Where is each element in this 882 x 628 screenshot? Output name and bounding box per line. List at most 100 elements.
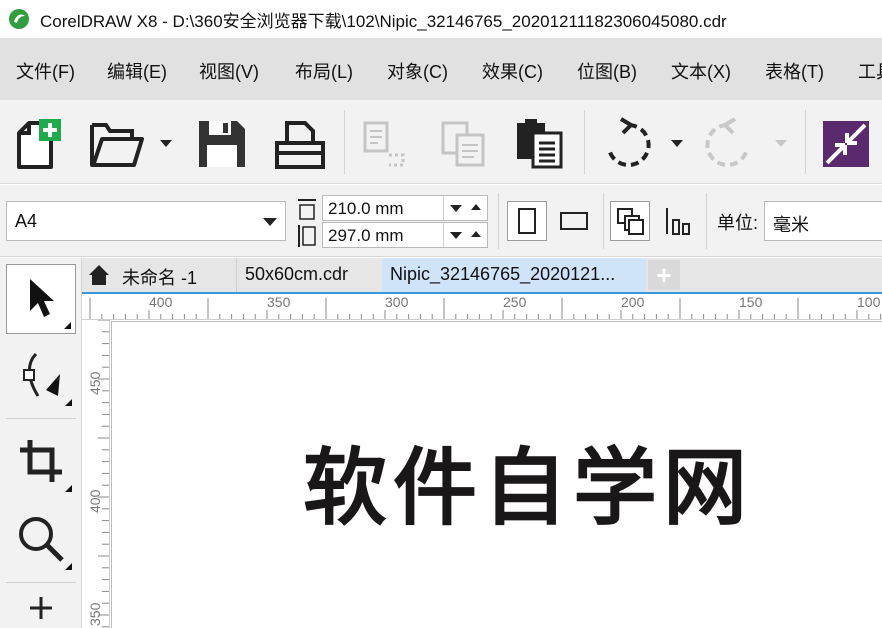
ruler-label: 450: [87, 371, 103, 395]
artwork-text[interactable]: 软件自学网: [303, 421, 753, 542]
corel-connect-icon: [823, 121, 869, 167]
redo-button[interactable]: [702, 114, 758, 174]
horizontal-ruler[interactable]: 400 350 300 250 200 150 100: [82, 292, 882, 320]
zoom-tool-icon: [19, 517, 64, 562]
toolbar-separator: [584, 110, 585, 174]
menu-object[interactable]: 对象(C): [387, 58, 448, 84]
shape-tool[interactable]: [6, 340, 76, 410]
print-icon: [275, 121, 325, 169]
pick-tool[interactable]: [6, 264, 76, 334]
menu-bitmap[interactable]: 位图(B): [577, 58, 637, 84]
open-button[interactable]: [88, 114, 144, 174]
ruler-label: 100: [857, 294, 881, 310]
page-size-select[interactable]: A4: [6, 201, 286, 241]
flyout-corner-icon: [65, 399, 72, 406]
menu-tools[interactable]: 工具: [858, 58, 882, 84]
zoom-tool[interactable]: [6, 504, 76, 574]
landscape-button[interactable]: [554, 201, 594, 241]
title-bar: CorelDRAW X8 - D:\360安全浏览器下载\102\Nipic_3…: [0, 0, 882, 38]
page-width-icon: [298, 199, 316, 220]
ruler-label: 350: [267, 294, 291, 310]
freehand-tool-icon: [30, 597, 52, 619]
import-button[interactable]: [358, 114, 414, 174]
menu-effects[interactable]: 效果(C): [482, 58, 543, 84]
portrait-icon: [518, 208, 536, 234]
property-bar: A4 210.0 mm 297.0 mm 单位: 毫米: [0, 185, 882, 257]
paste-icon: [517, 119, 563, 169]
current-page-button[interactable]: [658, 201, 698, 241]
unit-select[interactable]: 毫米: [764, 201, 882, 241]
width-spinner[interactable]: [443, 196, 487, 220]
tab-untitled[interactable]: 未命名 -1: [114, 258, 238, 292]
toolbox-separator: [6, 582, 76, 583]
height-spinner[interactable]: [443, 223, 487, 247]
vertical-ruler[interactable]: 450 400 350: [82, 320, 110, 628]
ruler-label: 150: [739, 294, 763, 310]
tab-nipic[interactable]: Nipic_32146765_2020121...: [382, 258, 646, 292]
undo-dropdown-arrow[interactable]: [671, 140, 683, 147]
page-height-field[interactable]: 297.0 mm: [322, 222, 488, 248]
tab-50x60cm[interactable]: 50x60cm.cdr: [236, 258, 382, 292]
ruler-label: 400: [149, 294, 173, 310]
welcome-tab[interactable]: [82, 258, 116, 292]
ruler-label: 350: [87, 602, 103, 626]
ruler-label: 200: [621, 294, 645, 310]
toolbar-separator: [805, 110, 806, 174]
menu-text[interactable]: 文本(X): [671, 58, 731, 84]
toolbox-separator: [6, 418, 76, 419]
menu-edit[interactable]: 编辑(E): [107, 58, 167, 84]
portrait-button[interactable]: [507, 201, 547, 241]
save-button[interactable]: [194, 114, 250, 174]
menu-layout[interactable]: 布局(L): [295, 58, 353, 84]
flyout-corner-icon: [65, 485, 72, 492]
redo-icon: [705, 117, 749, 167]
corel-connect-button[interactable]: [818, 114, 874, 174]
page-size-value: A4: [15, 211, 38, 231]
page-border: [111, 321, 112, 628]
ruler-label: 300: [385, 294, 409, 310]
page-width-value: 210.0 mm: [328, 199, 404, 218]
propbar-separator: [603, 193, 604, 249]
ruler-label: 250: [503, 294, 527, 310]
redo-dropdown-arrow[interactable]: [775, 140, 787, 147]
current-page-icon: [666, 208, 690, 235]
menu-bar: 文件(F) 编辑(E) 视图(V) 布局(L) 对象(C) 效果(C) 位图(B…: [0, 38, 882, 100]
window-title: CorelDRAW X8 - D:\360安全浏览器下载\102\Nipic_3…: [40, 11, 727, 31]
propbar-separator: [498, 193, 499, 249]
save-icon: [199, 121, 245, 167]
coreldraw-logo-icon: [9, 9, 29, 29]
paste-button[interactable]: [512, 114, 568, 174]
flyout-corner-icon: [65, 563, 72, 570]
toolbar-separator: [344, 110, 345, 174]
spin-down-icon: [450, 232, 462, 239]
unit-label: 单位:: [717, 213, 759, 233]
open-folder-icon: [90, 123, 144, 167]
pick-tool-icon: [30, 279, 54, 317]
crop-tool[interactable]: [6, 426, 76, 496]
page-height-value: 297.0 mm: [328, 226, 404, 245]
shape-tool-icon: [23, 352, 60, 397]
new-document-icon: [17, 119, 61, 169]
open-dropdown-arrow[interactable]: [160, 140, 172, 147]
crop-tool-icon: [20, 440, 62, 482]
propbar-separator: [706, 193, 707, 249]
page-height-icon: [298, 225, 316, 247]
menu-view[interactable]: 视图(V): [199, 58, 259, 84]
new-document-button[interactable]: [10, 114, 66, 174]
landscape-icon: [560, 212, 588, 230]
ruler-label: 400: [87, 489, 103, 513]
flyout-corner-icon: [64, 322, 71, 329]
undo-button[interactable]: [598, 114, 654, 174]
page-width-field[interactable]: 210.0 mm: [322, 195, 488, 221]
menu-table[interactable]: 表格(T): [765, 58, 824, 84]
print-button[interactable]: [272, 114, 328, 174]
add-tab-button[interactable]: +: [648, 260, 680, 290]
export-button[interactable]: [436, 114, 492, 174]
unit-value: 毫米: [773, 215, 809, 235]
drawing-canvas[interactable]: 软件自学网: [111, 321, 882, 628]
menu-file[interactable]: 文件(F): [16, 58, 75, 84]
spin-down-icon: [450, 205, 462, 212]
export-icon: [441, 121, 485, 167]
freehand-tool[interactable]: [6, 588, 76, 628]
all-pages-button[interactable]: [610, 201, 650, 241]
